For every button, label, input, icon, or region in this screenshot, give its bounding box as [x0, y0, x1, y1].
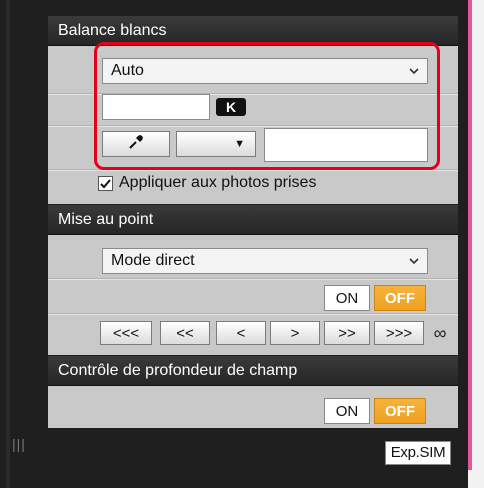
focus-mode-dropdown[interactable]: Mode direct [102, 248, 428, 274]
white-balance-title: Balance blancs [58, 22, 167, 39]
focus-near-3-button[interactable]: <<< [100, 321, 152, 345]
apply-to-photos-label: Appliquer aux photos prises [119, 174, 317, 191]
focus-on-button[interactable]: ON [324, 285, 370, 311]
highlight-box [94, 42, 440, 170]
window-left-edge [6, 0, 10, 488]
window-side-accent [468, 0, 484, 488]
focus-near-1-button[interactable]: < [216, 321, 266, 345]
dof-header[interactable]: Contrôle de profondeur de champ [48, 356, 458, 386]
apply-to-photos-checkbox[interactable] [98, 175, 113, 191]
exp-sim-indicator: Exp.SIM [385, 441, 451, 465]
focus-near-2-button[interactable]: << [160, 321, 210, 345]
focus-far-3-button[interactable]: >>> [374, 321, 424, 345]
dof-title: Contrôle de profondeur de champ [58, 362, 298, 379]
checkmark-icon [100, 178, 111, 188]
infinity-icon: ∞ [433, 323, 447, 343]
focus-far-2-button[interactable]: >> [324, 321, 370, 345]
chevron-down-icon [409, 249, 419, 280]
focus-off-button[interactable]: OFF [374, 285, 426, 311]
focus-mode-value: Mode direct [111, 252, 195, 269]
dof-on-button[interactable]: ON [324, 398, 370, 424]
focus-far-1-button[interactable]: > [270, 321, 320, 345]
focus-header[interactable]: Mise au point [48, 205, 458, 235]
apply-to-photos-option[interactable]: Appliquer aux photos prises [98, 172, 398, 194]
focus-title: Mise au point [58, 211, 154, 228]
dof-off-button[interactable]: OFF [374, 398, 426, 424]
resize-handle[interactable]: ||| [12, 436, 32, 460]
